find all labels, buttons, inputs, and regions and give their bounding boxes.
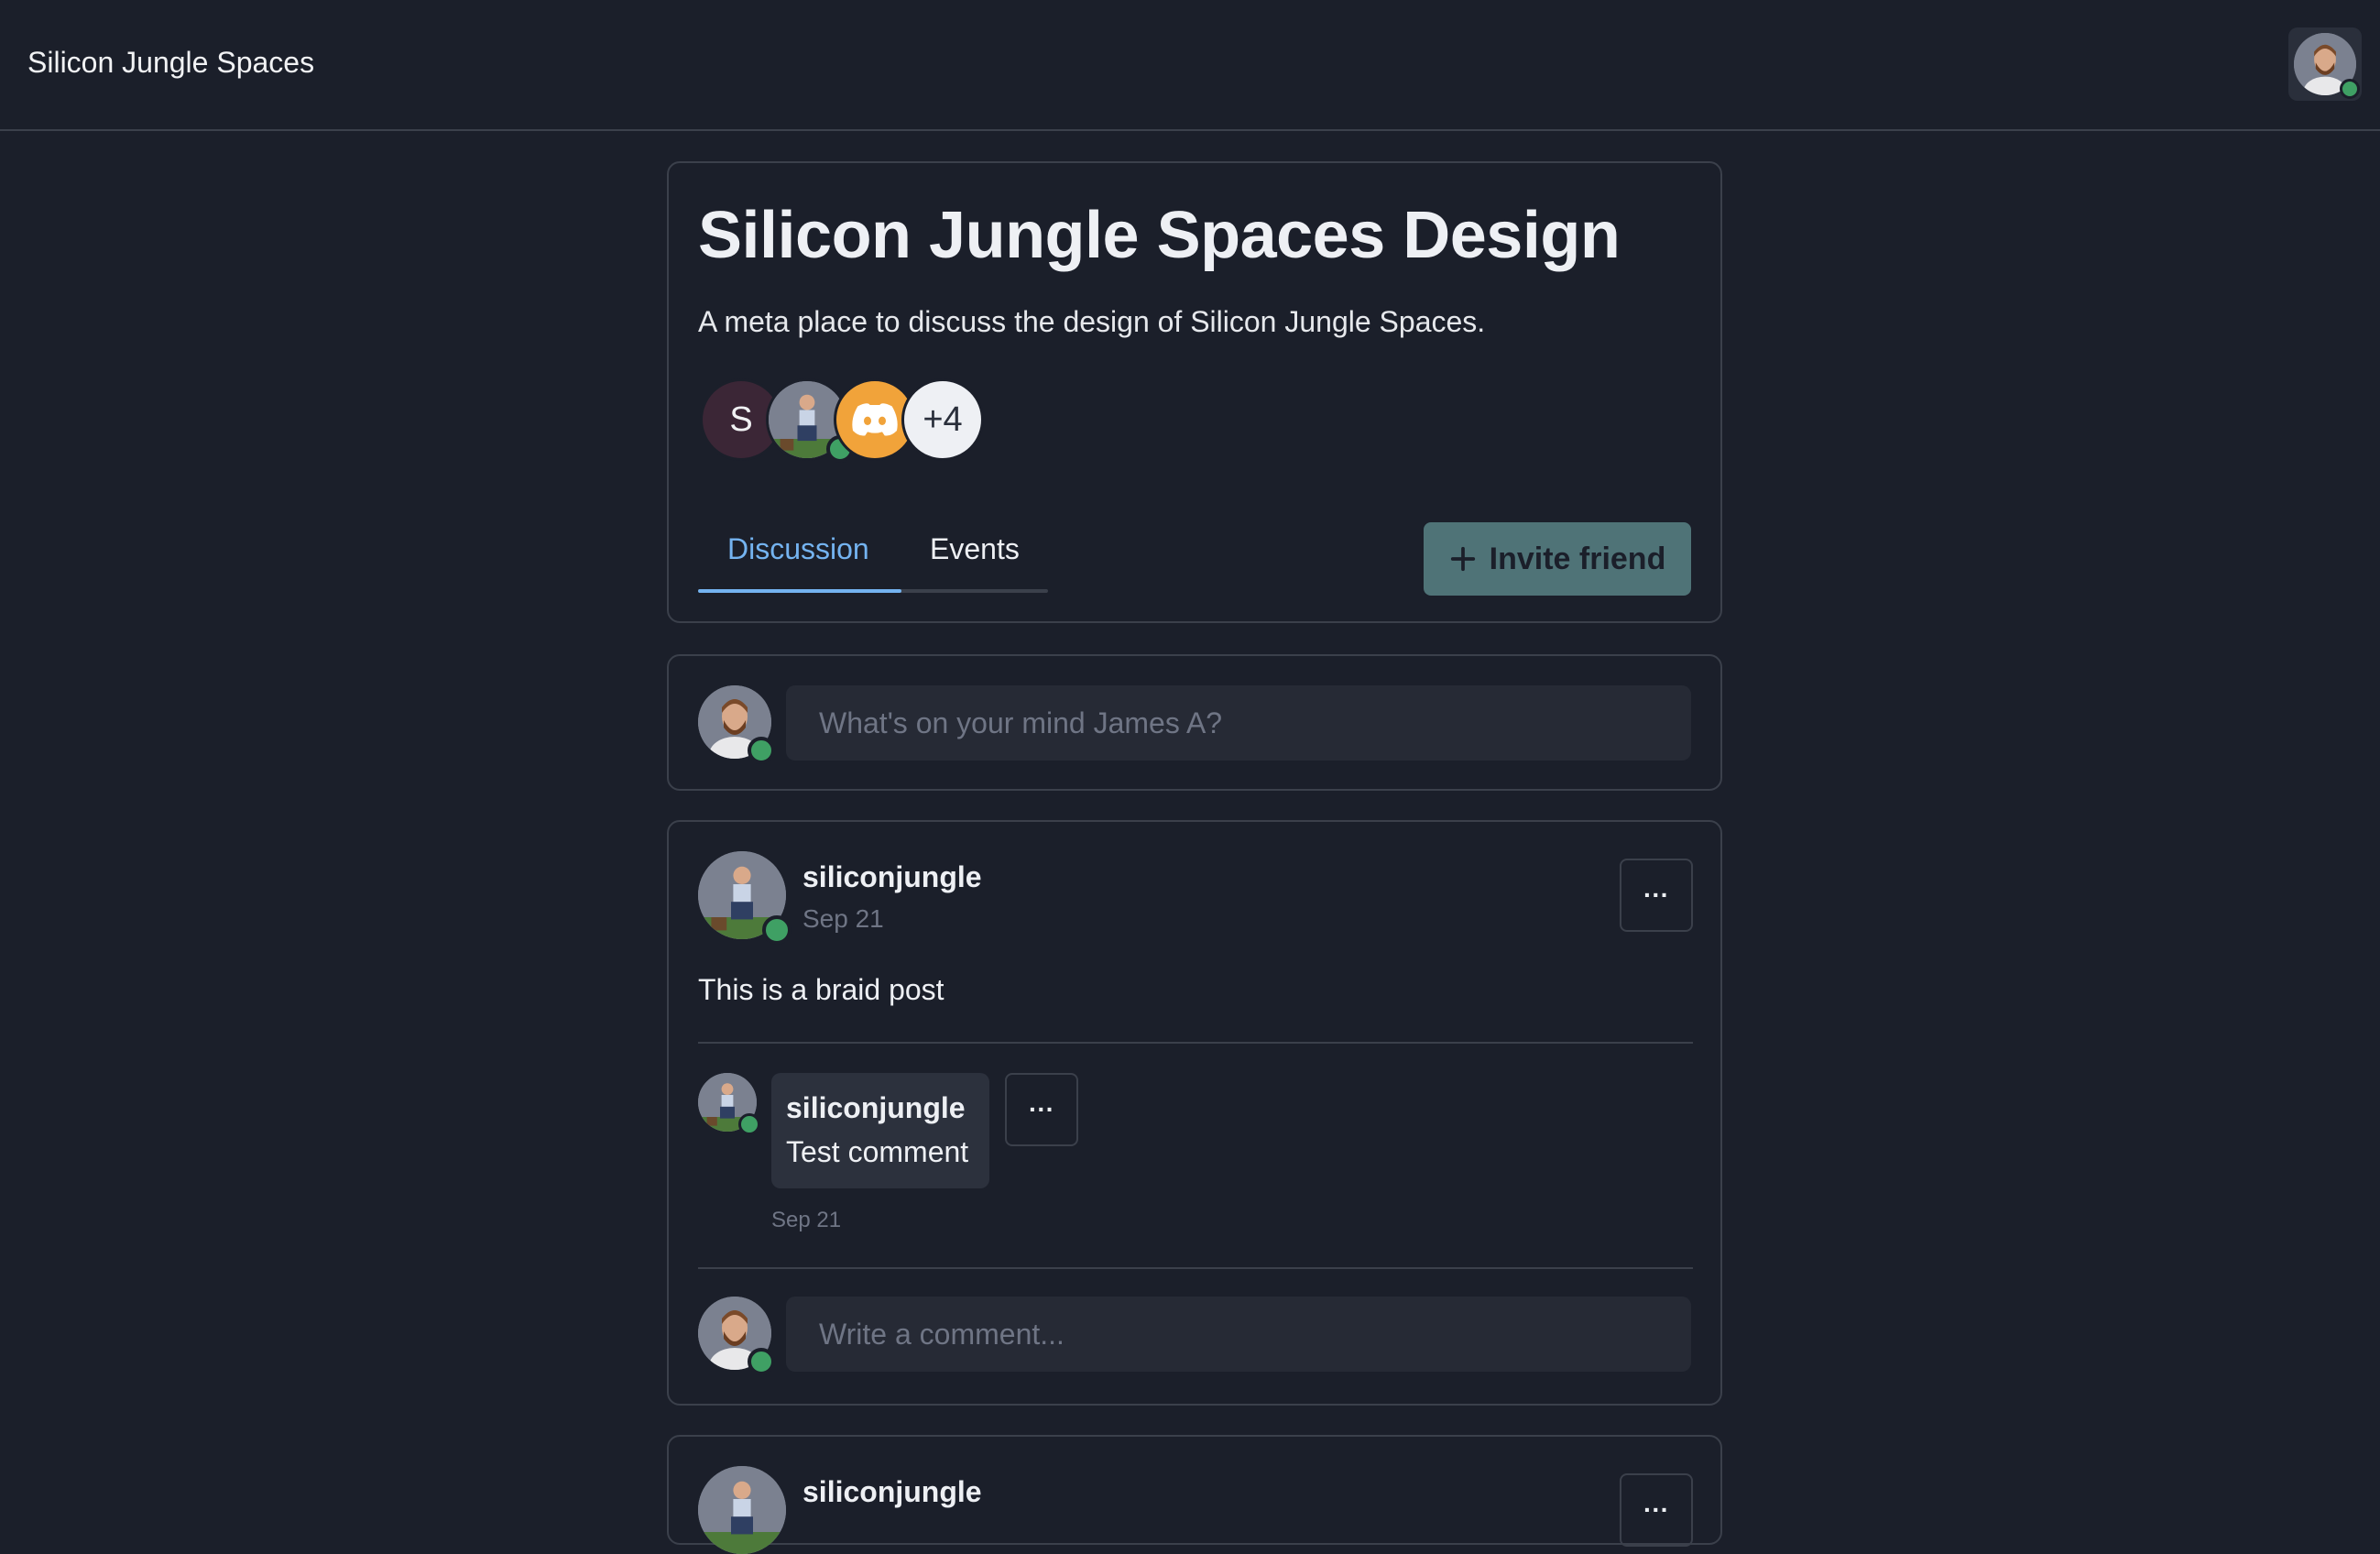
discord-icon <box>850 401 900 438</box>
online-status-dot <box>738 1113 760 1135</box>
tab-active-indicator <box>698 589 901 593</box>
post-author-avatar[interactable] <box>698 1466 786 1554</box>
plus-icon <box>1449 545 1477 573</box>
comment-more-button[interactable]: ··· <box>1005 1073 1078 1146</box>
post-author-name[interactable]: siliconjungle <box>802 1475 982 1509</box>
post-card: siliconjungle ··· <box>667 1435 1722 1554</box>
post-body: This is a braid post <box>698 973 944 1006</box>
app-title[interactable]: Silicon Jungle Spaces <box>27 46 314 80</box>
comment-text: Test comment <box>786 1135 969 1168</box>
more-horizontal-icon: ··· <box>1643 1495 1669 1524</box>
more-horizontal-icon: ··· <box>1643 881 1669 909</box>
post-more-button[interactable]: ··· <box>1620 859 1693 932</box>
post-date: Sep 21 <box>802 904 884 933</box>
comment-author-name[interactable]: siliconjungle <box>786 1091 966 1125</box>
online-status-dot <box>762 915 792 945</box>
top-bar: Silicon Jungle Spaces <box>0 0 2380 131</box>
space-header-card: Silicon Jungle Spaces Design A meta plac… <box>667 161 1722 623</box>
tab-events[interactable]: Events <box>930 532 1020 566</box>
post-card: siliconjungle Sep 21 ··· This is a braid… <box>667 820 1722 1406</box>
post-composer-input[interactable]: What's on your mind James A? <box>786 685 1691 761</box>
online-status-dot <box>748 1348 775 1375</box>
post-author-name[interactable]: siliconjungle <box>802 860 982 894</box>
online-status-dot <box>2340 79 2360 99</box>
comment-bubble: siliconjungle Test comment <box>771 1073 989 1188</box>
space-title: Silicon Jungle Spaces Design <box>698 199 1621 272</box>
space-description: A meta place to discuss the design of Si… <box>698 305 1486 338</box>
more-horizontal-icon: ··· <box>1029 1095 1054 1123</box>
member-more-count[interactable]: +4 <box>901 378 984 461</box>
comment-divider <box>698 1267 1693 1269</box>
user-menu-button[interactable] <box>2288 27 2362 101</box>
tab-discussion[interactable]: Discussion <box>727 532 869 566</box>
post-divider <box>698 1042 1693 1044</box>
comment-input[interactable]: Write a comment... <box>786 1297 1691 1372</box>
online-status-dot <box>748 737 775 764</box>
invite-friend-label: Invite friend <box>1489 541 1666 576</box>
composer-card: What's on your mind James A? <box>667 654 1722 791</box>
comment-date: Sep 21 <box>771 1208 842 1232</box>
invite-friend-button[interactable]: Invite friend <box>1424 522 1691 596</box>
post-more-button[interactable]: ··· <box>1620 1473 1693 1547</box>
